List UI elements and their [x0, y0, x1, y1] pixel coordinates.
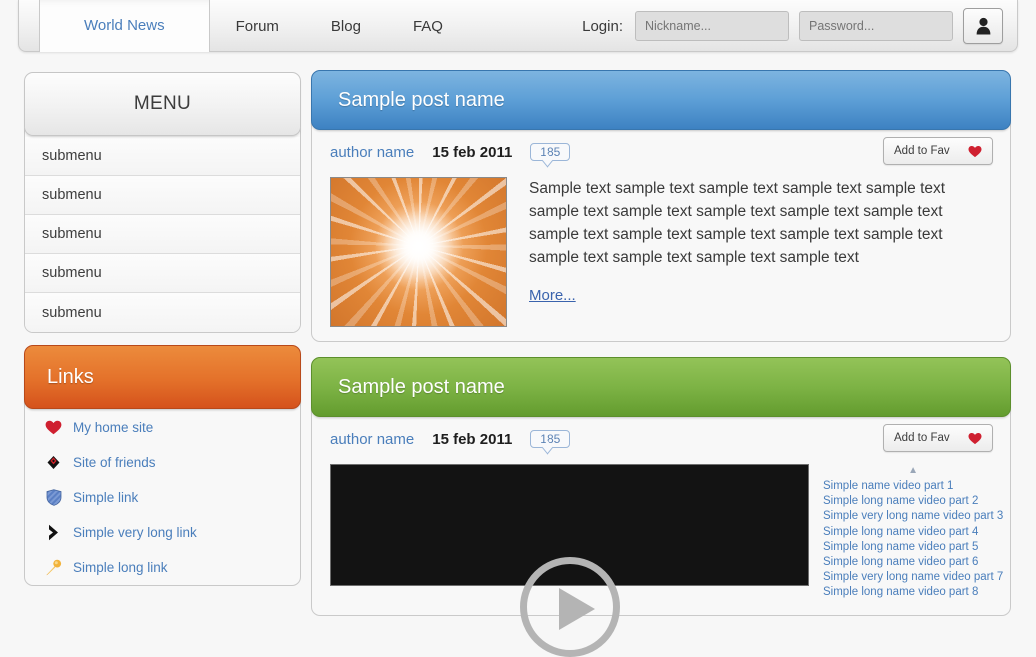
submenu-label: submenu — [42, 148, 102, 164]
link-label: Simple very long link — [73, 525, 197, 540]
post-list: Sample post name author name 15 feb 2011… — [311, 70, 1011, 657]
post-text-column: Sample text sample text sample text samp… — [529, 177, 992, 327]
add-to-fav-button[interactable]: Add to Fav — [883, 137, 993, 165]
post-card: Sample post name author name 15 feb 2011… — [311, 357, 1011, 657]
link-item-my-home-site[interactable]: My home site — [25, 410, 300, 445]
add-to-fav-label: Add to Fav — [894, 432, 950, 444]
link-item-site-of-friends[interactable]: Site of friends — [25, 445, 300, 480]
add-to-fav-button[interactable]: Add to Fav — [883, 424, 993, 452]
playlist-item[interactable]: Simple name video part 1 — [823, 479, 1003, 494]
heart-icon — [45, 419, 62, 436]
tab-label: Forum — [235, 17, 279, 35]
sidebar-item-submenu[interactable]: submenu — [25, 137, 300, 176]
post-header: Sample post name — [311, 70, 1011, 130]
tab-label: FAQ — [412, 17, 443, 35]
top-navigation-bar: World News Forum Blog FAQ Login: — [18, 0, 1018, 52]
links-title: Links — [47, 365, 94, 388]
comment-count-badge[interactable]: 185 — [530, 143, 571, 161]
post-content: Sample text sample text sample text samp… — [330, 177, 992, 327]
submenu-label: submenu — [42, 226, 102, 242]
playlist-item[interactable]: Simple very long name video part 7 — [823, 570, 1003, 585]
tab-label: World News — [84, 17, 165, 34]
sunburst-core — [373, 201, 464, 292]
menu-title: MENU — [133, 93, 192, 114]
more-link[interactable]: More... — [529, 287, 576, 304]
video-player[interactable] — [330, 464, 809, 657]
post-date: 15 feb 2011 — [432, 430, 513, 448]
playlist-item[interactable]: Simple very long name video part 3 — [823, 509, 1003, 524]
post-date: 15 feb 2011 — [432, 143, 513, 161]
post-body: author name 15 feb 2011 185 Add to Fav S… — [311, 122, 1011, 342]
link-label: My home site — [73, 420, 154, 435]
nickname-input[interactable] — [635, 11, 789, 41]
login-label: Login: — [582, 17, 623, 35]
tab-forum[interactable]: Forum — [210, 0, 305, 52]
sidebar: MENU submenu submenu submenu submenu sub… — [24, 72, 301, 586]
heart-icon — [968, 432, 982, 444]
submenu-label: submenu — [42, 304, 102, 321]
add-to-fav-label: Add to Fav — [894, 145, 950, 157]
sidebar-item-submenu[interactable]: submenu — [25, 176, 300, 215]
submenu-label: submenu — [42, 187, 102, 203]
tab-label: Blog — [330, 17, 361, 35]
sunburst-image — [330, 177, 507, 327]
playlist-item[interactable]: Simple long name video part 5 — [823, 540, 1003, 555]
sidebar-item-submenu[interactable]: submenu — [25, 293, 300, 332]
playlist-scroll-up-arrow[interactable]: ▲ — [823, 466, 1003, 476]
links-panel-header: Links — [24, 345, 301, 409]
post-author-link[interactable]: author name — [330, 431, 414, 448]
user-icon — [976, 17, 990, 35]
post-title: Sample post name — [338, 88, 505, 111]
login-area: Login: — [582, 0, 1003, 52]
playlist-item[interactable]: Simple long name video part 6 — [823, 555, 1003, 570]
post-body: author name 15 feb 2011 185 Add to Fav ▲… — [311, 409, 1011, 657]
video-playlist: ▲ Simple name video part 1 Simple long n… — [823, 464, 1003, 601]
sidebar-item-submenu[interactable]: submenu — [25, 254, 300, 293]
link-item-simple-link[interactable]: Simple link — [25, 480, 300, 515]
login-submit-button[interactable] — [963, 8, 1003, 44]
menu-panel-header: MENU — [24, 72, 301, 136]
submenu-label: submenu — [42, 265, 102, 281]
tab-faq[interactable]: FAQ — [387, 0, 469, 52]
link-label: Simple link — [73, 490, 139, 505]
post-author-link[interactable]: author name — [330, 144, 414, 161]
links-panel-body: My home site Site of friends Simple link… — [24, 401, 301, 586]
post-header: Sample post name — [311, 357, 1011, 417]
sidebar-item-submenu[interactable]: submenu — [25, 215, 300, 254]
menu-panel-body: submenu submenu submenu submenu submenu — [24, 128, 301, 333]
playlist-item[interactable]: Simple long name video part 4 — [823, 525, 1003, 540]
post-card: Sample post name author name 15 feb 2011… — [311, 70, 1011, 342]
link-label: Simple long link — [73, 560, 168, 575]
playlist-item[interactable]: Simple long name video part 2 — [823, 494, 1003, 509]
diamond-icon — [45, 454, 62, 471]
heart-icon — [968, 145, 982, 157]
play-icon[interactable] — [519, 557, 620, 657]
shield-icon — [45, 489, 62, 506]
link-item-simple-very-long-link[interactable]: Simple very long link — [25, 515, 300, 550]
link-item-simple-long-link[interactable]: Simple long link — [25, 550, 300, 585]
microphone-icon — [45, 559, 62, 576]
post-text: Sample text sample text sample text samp… — [529, 180, 946, 266]
post-title: Sample post name — [338, 375, 505, 398]
video-section: ▲ Simple name video part 1 Simple long n… — [330, 464, 1003, 657]
password-input[interactable] — [799, 11, 953, 41]
tab-world-news[interactable]: World News — [39, 0, 210, 52]
tab-strip: World News Forum Blog FAQ — [39, 0, 469, 52]
chevron-right-icon — [45, 524, 62, 541]
link-label: Site of friends — [73, 455, 156, 470]
comment-count-badge[interactable]: 185 — [530, 430, 571, 448]
playlist-item[interactable]: Simple long name video part 8 — [823, 585, 1003, 600]
tab-blog[interactable]: Blog — [305, 0, 387, 52]
